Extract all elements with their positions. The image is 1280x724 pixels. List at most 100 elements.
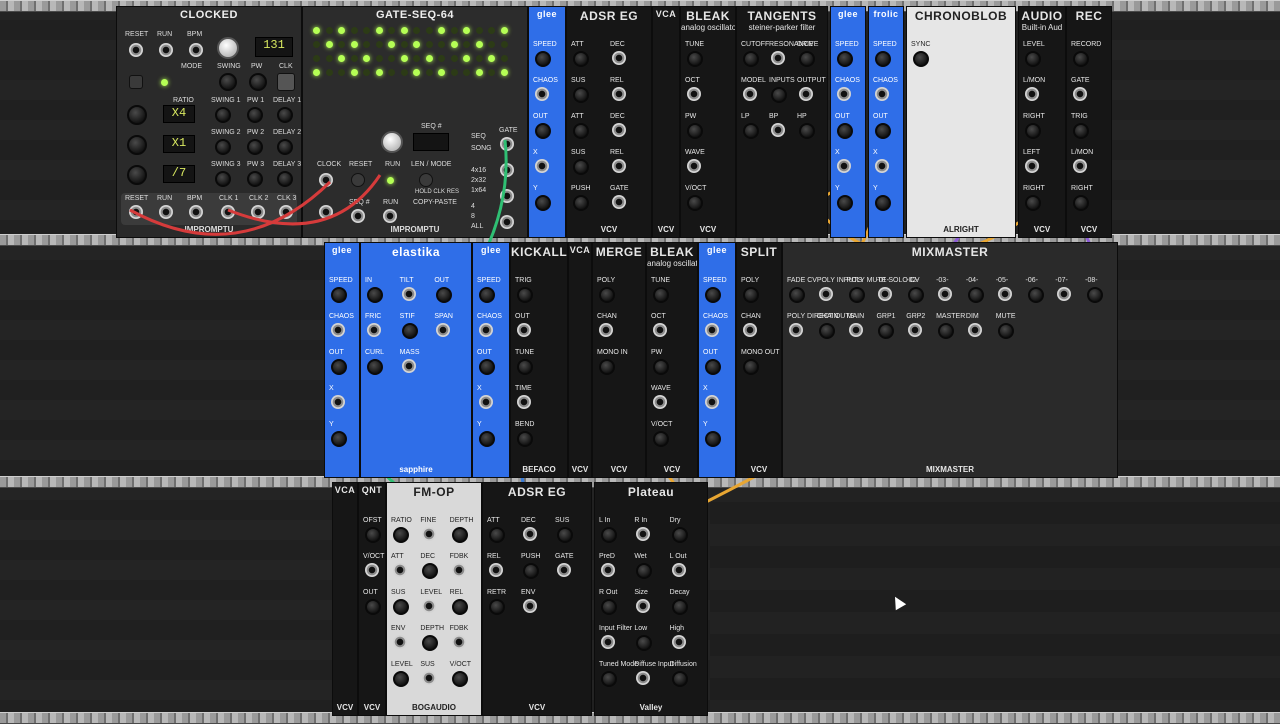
- patch-jack[interactable]: [837, 159, 851, 173]
- module-vca[interactable]: VCA VCV: [332, 482, 358, 716]
- module-glee[interactable]: glee SPEED CHAOS OUT X Y: [528, 6, 566, 238]
- parameter-knob[interactable]: [875, 195, 891, 211]
- step-led[interactable]: [338, 41, 345, 48]
- step-led[interactable]: [413, 69, 420, 76]
- patch-jack[interactable]: [671, 635, 686, 649]
- parameter-knob[interactable]: [848, 287, 865, 303]
- patch-jack[interactable]: [489, 563, 503, 577]
- parameter-knob[interactable]: [451, 527, 468, 543]
- patch-jack[interactable]: [612, 195, 626, 209]
- step-led[interactable]: [425, 27, 433, 34]
- parameter-knob[interactable]: [535, 123, 551, 139]
- parameter-knob[interactable]: [837, 195, 853, 211]
- parameter-knob[interactable]: [573, 123, 589, 139]
- module-rec[interactable]: REC RECORD GATE TRIG L/MON RIGHT VCV: [1066, 6, 1112, 238]
- module-tangents[interactable]: TANGENTS steiner-parker filter CUTOFF RESON…: [736, 6, 828, 238]
- parameter-knob[interactable]: [489, 527, 505, 543]
- module-chronoblob[interactable]: CHRONOBLOB SYNC ALRIGHT: [906, 6, 1016, 238]
- step-led[interactable]: [438, 41, 445, 48]
- step-led[interactable]: [388, 27, 395, 34]
- step-led[interactable]: [463, 41, 470, 48]
- pw-2-knob[interactable]: [247, 139, 263, 155]
- step-led[interactable]: [475, 69, 483, 76]
- step-led[interactable]: [450, 27, 458, 34]
- parameter-knob[interactable]: [365, 527, 381, 543]
- patch-jack[interactable]: [1025, 87, 1039, 101]
- step-led[interactable]: [475, 27, 483, 34]
- bpm-output-jack[interactable]: [189, 205, 203, 219]
- parameter-knob[interactable]: [517, 359, 533, 375]
- rack-empty-space[interactable]: [710, 480, 1280, 720]
- step-led[interactable]: [500, 69, 508, 76]
- reset-input-jack[interactable]: [129, 43, 143, 57]
- patch-jack[interactable]: [535, 87, 549, 101]
- parameter-knob[interactable]: [653, 359, 669, 375]
- module-merge[interactable]: MERGE POLY CHAN MONO IN VCV: [592, 242, 646, 478]
- step-led[interactable]: [413, 27, 420, 34]
- parameter-knob[interactable]: [393, 599, 409, 615]
- parameter-knob[interactable]: [636, 635, 653, 651]
- step-led[interactable]: [425, 69, 433, 76]
- parameter-knob[interactable]: [705, 287, 721, 303]
- patch-jack[interactable]: [612, 87, 626, 101]
- parameter-knob[interactable]: [535, 195, 551, 211]
- parameter-knob[interactable]: [799, 51, 815, 67]
- run-cv-jack[interactable]: [383, 209, 397, 223]
- patch-jack[interactable]: [636, 527, 651, 541]
- parameter-knob[interactable]: [601, 671, 617, 687]
- len-mode-button[interactable]: [419, 173, 433, 187]
- step-led[interactable]: [463, 69, 470, 76]
- parameter-knob[interactable]: [601, 527, 617, 543]
- module-audio[interactable]: AUDIO Built-in Aud LEVEL L/MON RIGHT LEFT RIGH…: [1018, 6, 1066, 238]
- patch-jack[interactable]: [848, 323, 863, 337]
- patch-jack[interactable]: [479, 395, 493, 409]
- run-led[interactable]: [387, 177, 394, 184]
- parameter-knob[interactable]: [818, 323, 835, 339]
- parameter-knob[interactable]: [367, 359, 383, 375]
- gate-output-3-jack[interactable]: [500, 189, 514, 203]
- step-led[interactable]: [363, 27, 370, 34]
- step-led[interactable]: [450, 41, 458, 48]
- parameter-knob[interactable]: [875, 51, 891, 67]
- patch-jack[interactable]: [878, 287, 893, 301]
- step-led[interactable]: [338, 27, 345, 34]
- parameter-knob[interactable]: [908, 287, 925, 303]
- patch-jack[interactable]: [393, 563, 407, 577]
- patch-jack[interactable]: [367, 323, 381, 337]
- parameter-knob[interactable]: [671, 671, 688, 687]
- patch-jack[interactable]: [393, 635, 407, 649]
- step-led[interactable]: [450, 69, 458, 76]
- gate-output-2-jack[interactable]: [500, 163, 514, 177]
- parameter-knob[interactable]: [799, 123, 815, 139]
- patch-jack[interactable]: [517, 323, 531, 337]
- parameter-knob[interactable]: [1087, 287, 1104, 303]
- swing-knob[interactable]: [219, 73, 237, 91]
- module-glee[interactable]: glee SPEED CHAOS OUT X Y: [324, 242, 360, 478]
- parameter-knob[interactable]: [743, 287, 759, 303]
- step-led[interactable]: [313, 27, 320, 34]
- patch-jack[interactable]: [671, 563, 686, 577]
- patch-jack[interactable]: [451, 635, 466, 649]
- step-led[interactable]: [350, 27, 358, 34]
- patch-jack[interactable]: [837, 87, 851, 101]
- step-led[interactable]: [488, 69, 495, 76]
- clk1-output-jack[interactable]: [221, 205, 235, 219]
- parameter-knob[interactable]: [573, 87, 589, 103]
- step-led[interactable]: [313, 41, 320, 48]
- parameter-knob[interactable]: [331, 359, 347, 375]
- step-led[interactable]: [400, 69, 408, 76]
- patch-jack[interactable]: [1073, 159, 1087, 173]
- patch-jack[interactable]: [687, 159, 701, 173]
- gate-output-1-jack[interactable]: [500, 137, 514, 151]
- step-led[interactable]: [425, 55, 433, 62]
- module-adsr-eg[interactable]: ADSR EG ATT DEC SUS REL ATT DEC SUS REL PUSH GATE V…: [566, 6, 652, 238]
- patch-jack[interactable]: [451, 563, 466, 577]
- parameter-knob[interactable]: [913, 51, 929, 67]
- seq-cv-jack[interactable]: [351, 209, 365, 223]
- parameter-knob[interactable]: [653, 431, 669, 447]
- parameter-knob[interactable]: [436, 287, 453, 303]
- patch-jack[interactable]: [818, 287, 833, 301]
- patch-jack[interactable]: [771, 51, 785, 65]
- parameter-knob[interactable]: [422, 635, 439, 651]
- module-glee[interactable]: glee SPEED CHAOS OUT X Y: [830, 6, 866, 238]
